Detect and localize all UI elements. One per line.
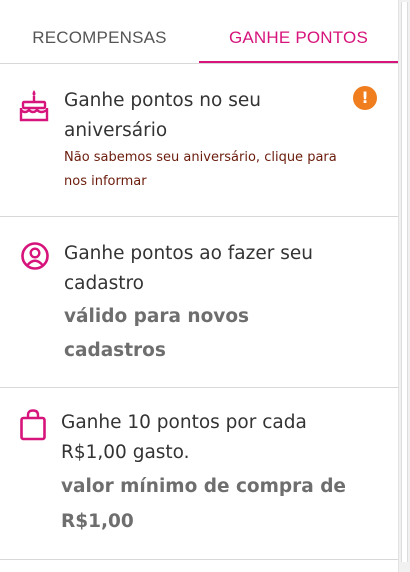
- exclamation-icon: !: [353, 86, 377, 110]
- card-title-line2: cadastro: [64, 273, 144, 294]
- card-title-line1: Ganhe pontos no seu: [64, 90, 261, 111]
- card-hint-line2: nos informar: [64, 174, 147, 189]
- card-subtitle-line2: R$1,00: [61, 511, 134, 532]
- scrollbar-thumb[interactable]: [401, 2, 408, 562]
- vertical-scrollbar[interactable]: [398, 0, 410, 572]
- purchase-points-card[interactable]: Ganhe 10 pontos por cada R$1,00 gasto. v…: [0, 388, 398, 560]
- tab-ganhe-pontos[interactable]: GANHE PONTOS: [199, 0, 398, 64]
- card-title-line2: R$1,00 gasto.: [61, 442, 190, 463]
- birthday-points-card[interactable]: Ganhe pontos no seu aniversário Não sabe…: [0, 64, 398, 217]
- card-subtitle-line1: valor mínimo de compra de: [61, 476, 346, 497]
- earn-points-panel: RECOMPENSAS GANHE PONTOS Ganhe pontos no…: [0, 0, 398, 572]
- card-title-line2: aniversário: [64, 120, 168, 141]
- tab-recompensas[interactable]: RECOMPENSAS: [0, 0, 199, 64]
- card-subtitle-line2: cadastros: [64, 340, 166, 361]
- user-circle-icon: [21, 242, 49, 270]
- card-title-line1: Ganhe pontos ao fazer seu: [64, 243, 313, 264]
- shopping-bag-icon: [20, 409, 46, 441]
- active-tab-indicator: [199, 61, 398, 63]
- birthday-cake-icon: [19, 90, 49, 122]
- signup-points-card[interactable]: Ganhe pontos ao fazer seu cadastro válid…: [0, 217, 398, 388]
- card-hint-line1: Não sabemos seu aniversário, clique para: [64, 150, 337, 165]
- card-title-line1: Ganhe 10 pontos por cada: [61, 412, 307, 433]
- card-subtitle-line1: válido para novos: [64, 306, 250, 327]
- tab-bar: RECOMPENSAS GANHE PONTOS: [0, 0, 398, 64]
